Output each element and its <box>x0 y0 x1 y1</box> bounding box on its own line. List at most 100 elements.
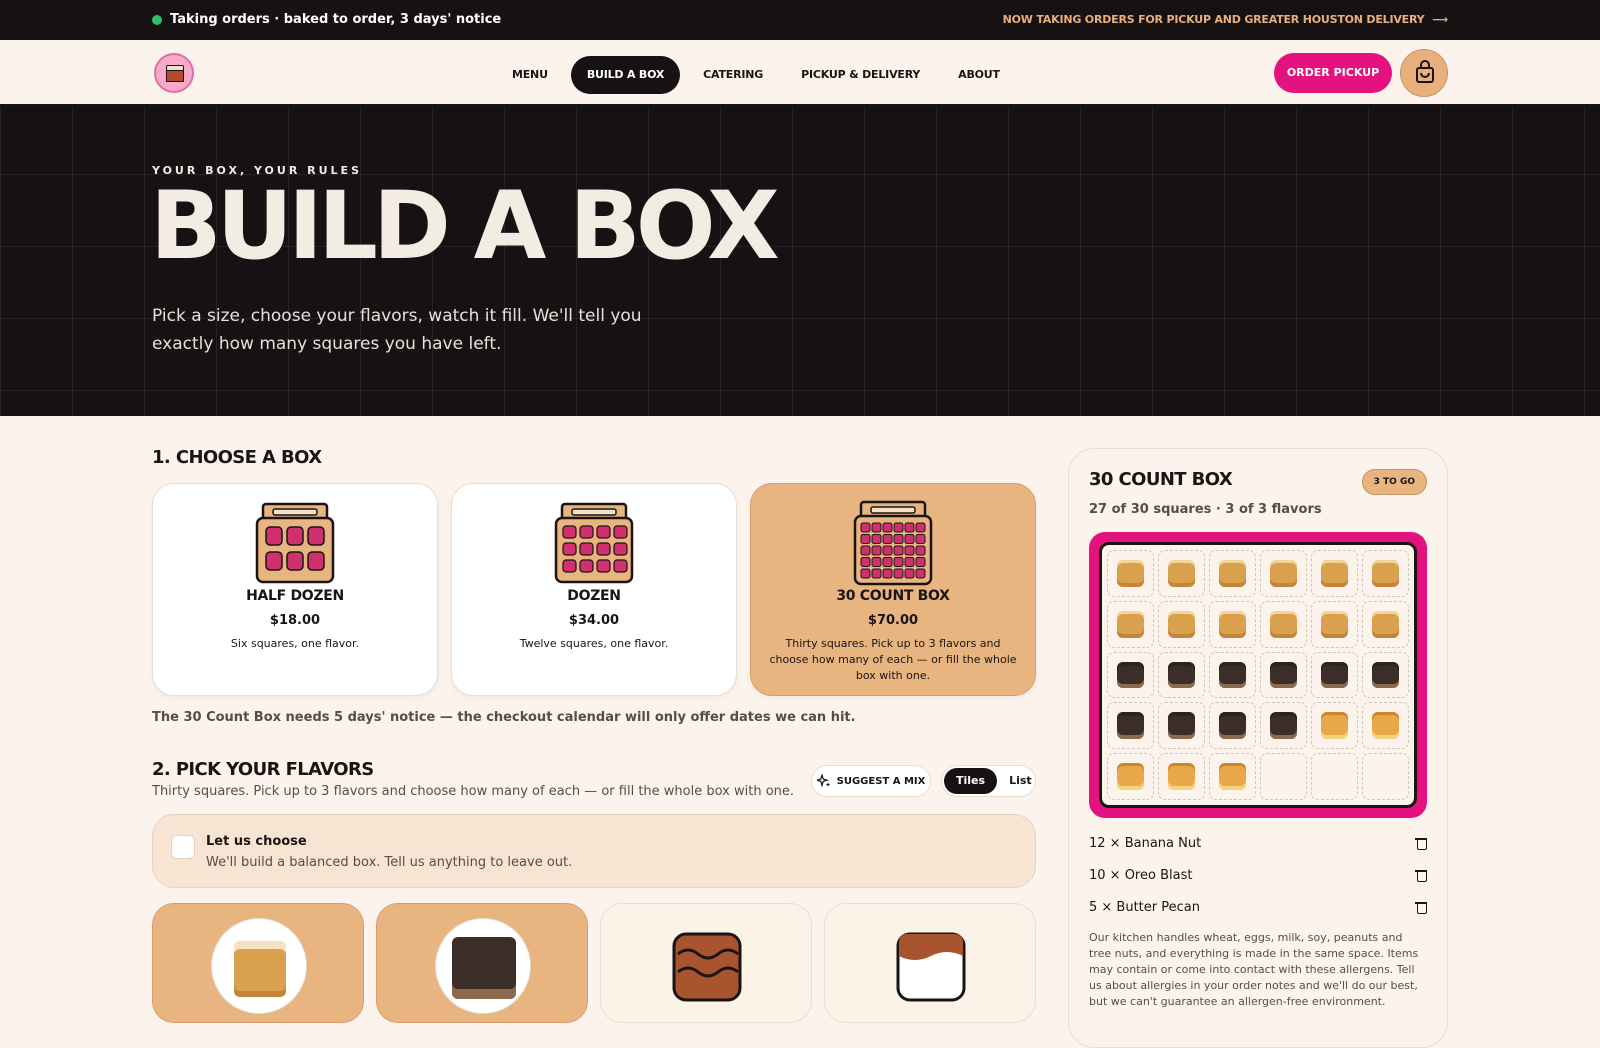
allergy-notice: Our kitchen handles wheat, eggs, milk, s… <box>1089 931 1419 1008</box>
cream-square-icon <box>896 932 966 1002</box>
box-slot <box>1362 702 1409 750</box>
box-slot <box>1362 753 1409 800</box>
box-name: DOZEN <box>567 588 621 604</box>
square-banana <box>1270 610 1297 638</box>
notice-text: The 30 Count Box needs 5 days' notice — … <box>152 710 856 725</box>
box-slot <box>1107 550 1154 597</box>
box-slot <box>1209 702 1256 750</box>
square-oreo <box>1372 661 1399 689</box>
summary-title: 30 COUNT BOX <box>1089 469 1233 490</box>
flavor-tile[interactable] <box>824 903 1036 1023</box>
square-oreo <box>1321 661 1348 689</box>
promo-text: NOW TAKING ORDERS FOR PICKUP AND GREATER… <box>1002 13 1425 26</box>
flavor-tile[interactable] <box>152 903 364 1023</box>
box-name: HALF DOZEN <box>246 588 344 604</box>
let-us-choose-checkbox[interactable] <box>171 835 195 859</box>
hero: YOUR BOX, YOUR RULES BUILD A BOX Pick a … <box>0 106 1600 416</box>
box-slot <box>1107 702 1154 750</box>
line-item-label: 5 × Butter Pecan <box>1089 900 1200 915</box>
chocolate-square-icon <box>672 932 742 1002</box>
trash-icon[interactable] <box>1415 869 1427 882</box>
box-option-half-dozen[interactable]: HALF DOZEN $18.00 Six squares, one flavo… <box>152 483 438 696</box>
box-slot <box>1158 550 1205 597</box>
box-price: $18.00 <box>269 613 321 628</box>
box-slot <box>1260 600 1307 648</box>
square-oreo <box>1219 712 1246 740</box>
sparkle-icon <box>816 774 831 788</box>
box-slot <box>1311 651 1358 699</box>
square-banana <box>1117 610 1144 638</box>
order-status-text: Taking orders · baked to order, 3 days' … <box>170 12 502 27</box>
box-option-dozen[interactable]: DOZEN $34.00 Twelve squares, one flavor. <box>451 483 737 696</box>
suggest-mix-label: SUGGEST A MIX <box>836 775 926 787</box>
square-banana <box>1321 560 1348 587</box>
nav-item-catering[interactable]: CATERING <box>688 56 778 94</box>
box-slot <box>1362 550 1409 597</box>
promo-link[interactable]: NOW TAKING ORDERS FOR PICKUP AND GREATER… <box>1002 13 1449 26</box>
box-slot <box>1209 753 1256 800</box>
order-pickup-button[interactable]: ORDER PICKUP <box>1274 53 1392 93</box>
box-slot <box>1107 651 1154 699</box>
view-tiles-option[interactable]: Tiles <box>944 768 998 794</box>
box-preview-grid <box>1099 542 1417 808</box>
box-slot <box>1158 702 1205 750</box>
let-us-choose-subtitle: We'll build a balanced box. Tell us anyt… <box>206 855 573 870</box>
square-pecan <box>1321 712 1348 740</box>
square-banana <box>1219 610 1246 638</box>
box-price: $70.00 <box>867 613 919 628</box>
square-oreo <box>1270 661 1297 689</box>
trash-icon[interactable] <box>1415 837 1427 850</box>
box-slot <box>1311 550 1358 597</box>
nav-item-about[interactable]: ABOUT <box>943 56 1015 94</box>
square-pecan <box>1168 763 1195 790</box>
nav-menu: MENU BUILD A BOX CATERING PICKUP & DELIV… <box>497 56 1015 94</box>
line-item-label: 12 × Banana Nut <box>1089 836 1202 851</box>
square-banana <box>1168 610 1195 638</box>
line-item-label: 10 × Oreo Blast <box>1089 868 1193 883</box>
nav-item-menu[interactable]: MENU <box>497 56 563 94</box>
let-us-choose-option[interactable]: Let us choose We'll build a balanced box… <box>152 814 1036 888</box>
square-banana <box>1168 560 1195 587</box>
box-slot <box>1158 651 1205 699</box>
view-list-option[interactable]: List <box>997 768 1044 794</box>
choose-box-heading: 1. CHOOSE A BOX <box>152 447 322 468</box>
line-item: 5 × Butter Pecan <box>1089 900 1427 915</box>
box-slot <box>1209 651 1256 699</box>
remaining-badge: 3 TO GO <box>1361 469 1427 495</box>
cake-logo[interactable] <box>154 53 194 93</box>
box-slot <box>1209 600 1256 648</box>
box-summary-panel: 30 COUNT BOX 3 TO GO 27 of 30 squares · … <box>1068 448 1448 1048</box>
square-banana <box>1270 560 1297 587</box>
cart-button[interactable] <box>1400 49 1448 97</box>
square-pecan <box>1117 763 1144 790</box>
flavor-tile[interactable] <box>600 903 812 1023</box>
box-slot <box>1311 702 1358 750</box>
bag-icon <box>1416 60 1434 83</box>
square-oreo <box>1117 661 1144 689</box>
half-dozen-box-icon <box>255 502 335 584</box>
square-banana <box>1219 560 1246 587</box>
main-nav: MENU BUILD A BOX CATERING PICKUP & DELIV… <box>0 40 1600 106</box>
box-slot <box>1311 753 1358 800</box>
square-oreo <box>1168 661 1195 689</box>
announcement-bar: Taking orders · baked to order, 3 days' … <box>0 0 1600 40</box>
box-slot <box>1260 702 1307 750</box>
box-slot <box>1209 550 1256 597</box>
square-oreo <box>1270 712 1297 740</box>
nav-item-build-a-box[interactable]: BUILD A BOX <box>570 56 681 94</box>
nav-item-pickup-delivery[interactable]: PICKUP & DELIVERY <box>786 56 935 94</box>
status-dot <box>152 14 162 25</box>
square-banana <box>1372 610 1399 638</box>
30-count-box-icon <box>853 500 933 586</box>
trash-icon[interactable] <box>1415 901 1427 914</box>
arrow-right-icon: ⟶ <box>1432 13 1448 26</box>
box-slot <box>1107 600 1154 648</box>
square-pecan <box>1219 763 1246 790</box>
box-slot <box>1260 550 1307 597</box>
box-slot <box>1362 600 1409 648</box>
square-oreo <box>1219 661 1246 689</box>
suggest-mix-button[interactable]: SUGGEST A MIX <box>811 765 931 797</box>
flavor-tile[interactable] <box>376 903 588 1023</box>
box-option-30-count[interactable]: 30 COUNT BOX $70.00 Thirty squares. Pick… <box>750 483 1036 696</box>
pick-flavors-subtitle: Thirty squares. Pick up to 3 flavors and… <box>152 784 795 799</box>
